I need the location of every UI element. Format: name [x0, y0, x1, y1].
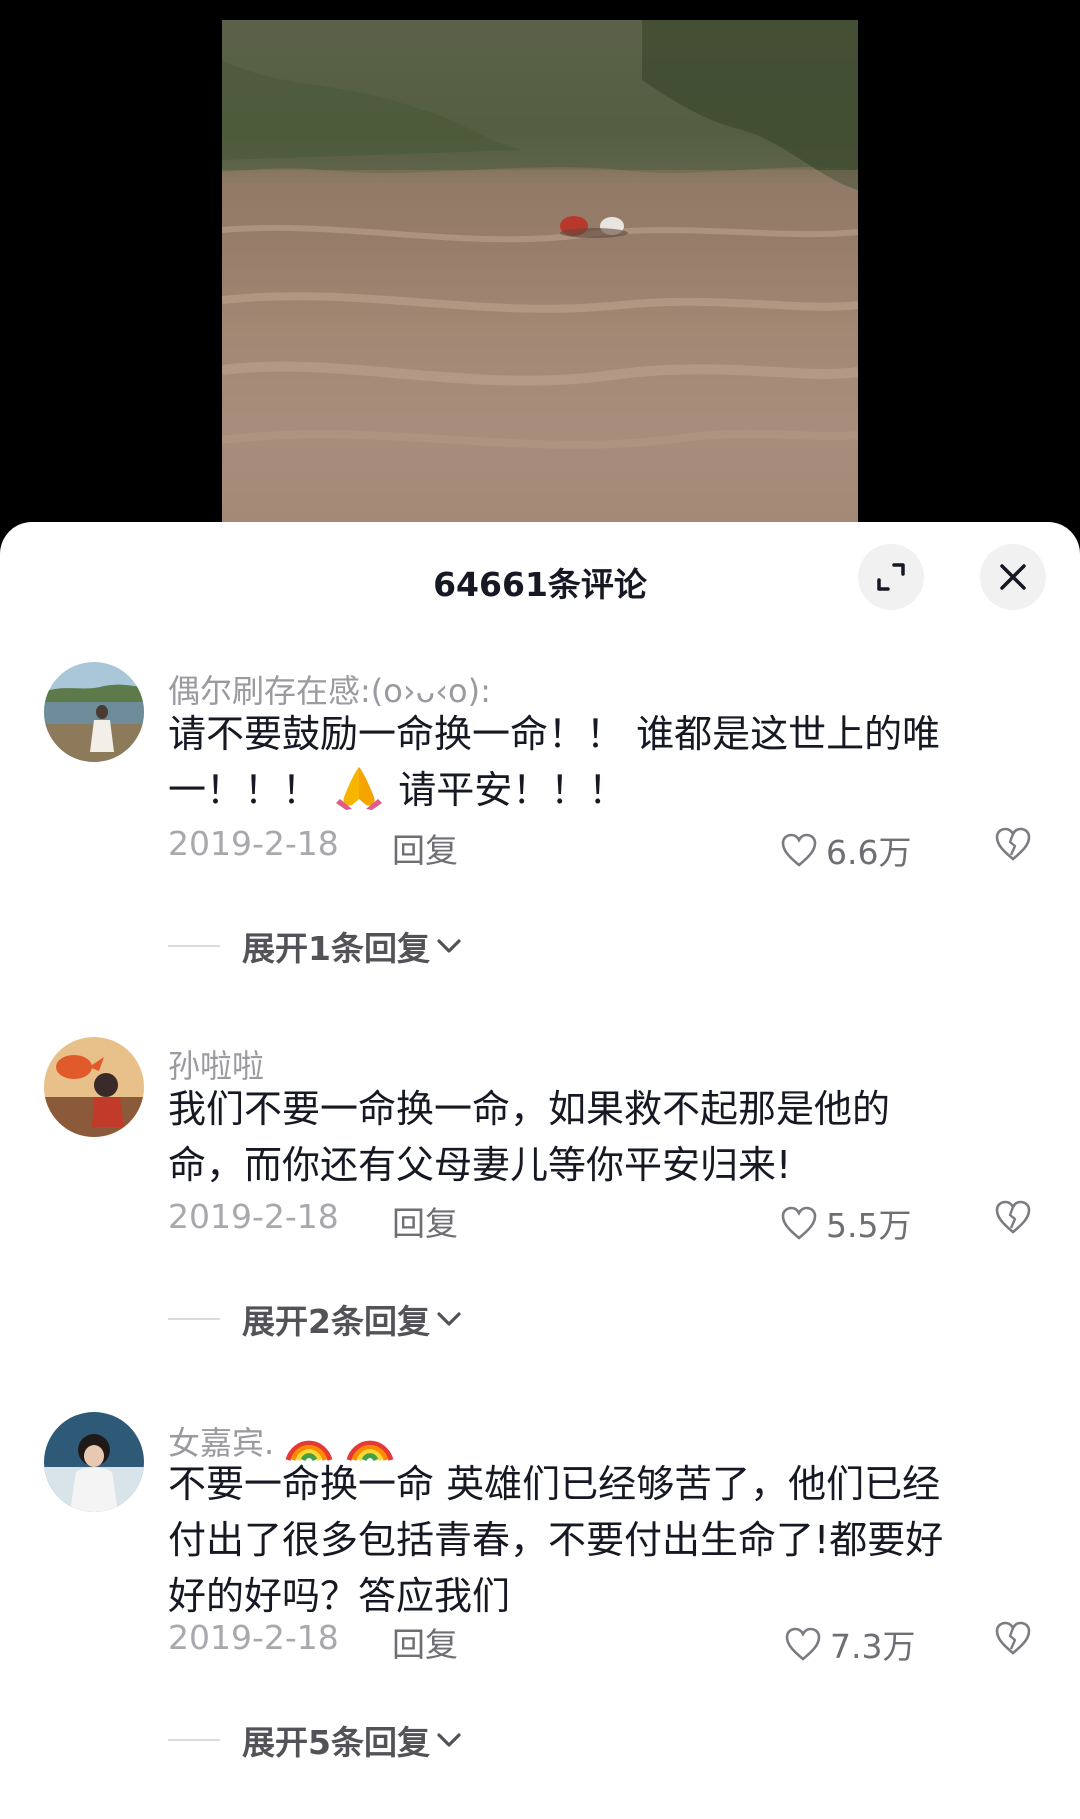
expand-replies-button[interactable]: 展开2条回复 — [168, 1297, 464, 1341]
folded-hands-icon — [332, 763, 386, 826]
comment-text-line: 命，而你还有父母妻儿等你平安归来! — [168, 1143, 792, 1187]
like-button[interactable]: 7.3万 — [784, 1620, 915, 1668]
chevron-down-icon — [437, 939, 461, 953]
dislike-button[interactable] — [994, 1620, 1032, 1660]
like-button[interactable]: 5.5万 — [780, 1199, 911, 1247]
chevron-down-icon — [437, 1312, 461, 1326]
comment-meta: 2019-2-18 回复 5.5万 — [168, 1197, 1048, 1245]
avatar[interactable] — [44, 662, 144, 762]
comment-text: 我们不要一命换一命，如果救不起那是他的 命，而你还有父母妻儿等你平安归来! — [168, 1081, 1028, 1193]
heart-icon — [785, 1627, 821, 1661]
reply-button[interactable]: 回复 — [392, 1197, 458, 1245]
avatar[interactable] — [44, 1412, 144, 1512]
heart-icon — [781, 833, 817, 867]
expand-icon — [877, 563, 905, 591]
video-area — [0, 0, 1080, 540]
comment-meta: 2019-2-18 回复 7.3万 — [168, 1618, 1048, 1666]
like-button[interactable]: 6.6万 — [780, 826, 911, 874]
broken-heart-icon — [995, 1200, 1031, 1234]
reply-button[interactable]: 回复 — [392, 1618, 458, 1666]
close-icon — [1000, 564, 1026, 590]
close-button[interactable] — [980, 544, 1046, 610]
comment-sheet: 64661条评论 偶尔刷存在感:(o›ᴗ‹o): 请不要鼓励一命换一命！！ 谁都… — [0, 522, 1080, 1819]
expand-replies-label: 展开1条回复 — [242, 929, 430, 968]
comment-text: 请不要鼓励一命换一命！！ 谁都是这世上的唯 一！！！ 请平安！！！ — [168, 706, 1028, 826]
broken-heart-icon — [995, 827, 1031, 861]
comment-text-line: 付出了很多包括青春，不要付出生命了!都要好 — [168, 1518, 944, 1562]
chevron-down-icon — [437, 1733, 461, 1747]
dislike-button[interactable] — [994, 1199, 1032, 1239]
comment-date: 2019-2-18 — [168, 824, 339, 863]
heart-icon — [781, 1206, 817, 1240]
comment-text-line: 一！！！ 请平安！！！ — [168, 762, 1028, 826]
comment-text-line: 请不要鼓励一命换一命！！ 谁都是这世上的唯 — [168, 712, 941, 756]
dislike-button[interactable] — [994, 826, 1032, 866]
reply-button[interactable]: 回复 — [392, 824, 458, 872]
comment-text-line: 不要一命换一命 英雄们已经够苦了，他们已经 — [168, 1462, 941, 1506]
expand-replies-button[interactable]: 展开1条回复 — [168, 924, 464, 968]
video-player[interactable] — [222, 20, 858, 530]
divider-line — [168, 1739, 220, 1741]
expand-replies-button[interactable]: 展开5条回复 — [168, 1718, 464, 1762]
like-count: 5.5万 — [826, 1206, 912, 1245]
expand-sheet-button[interactable] — [858, 544, 924, 610]
sheet-header: 64661条评论 — [0, 522, 1080, 632]
comment-date: 2019-2-18 — [168, 1197, 339, 1236]
comment-text: 不要一命换一命 英雄们已经够苦了，他们已经 付出了很多包括青春，不要付出生命了!… — [168, 1456, 1028, 1624]
comment-date: 2019-2-18 — [168, 1618, 339, 1657]
comment-text-line: 我们不要一命换一命，如果救不起那是他的 — [168, 1087, 891, 1131]
broken-heart-icon — [995, 1621, 1031, 1655]
comment-text-line: 好的好吗？答应我们 — [168, 1574, 511, 1618]
avatar[interactable] — [44, 1037, 144, 1137]
comment-meta: 2019-2-18 回复 6.6万 — [168, 824, 1048, 872]
expand-replies-label: 展开5条回复 — [242, 1723, 430, 1762]
divider-line — [168, 1318, 220, 1320]
comment-text-segment: 一！！！ — [168, 768, 321, 812]
like-count: 7.3万 — [830, 1627, 916, 1666]
divider-line — [168, 945, 220, 947]
comment-text-segment: 请平安！！！ — [398, 768, 627, 812]
like-count: 6.6万 — [826, 833, 912, 872]
expand-replies-label: 展开2条回复 — [242, 1302, 430, 1341]
